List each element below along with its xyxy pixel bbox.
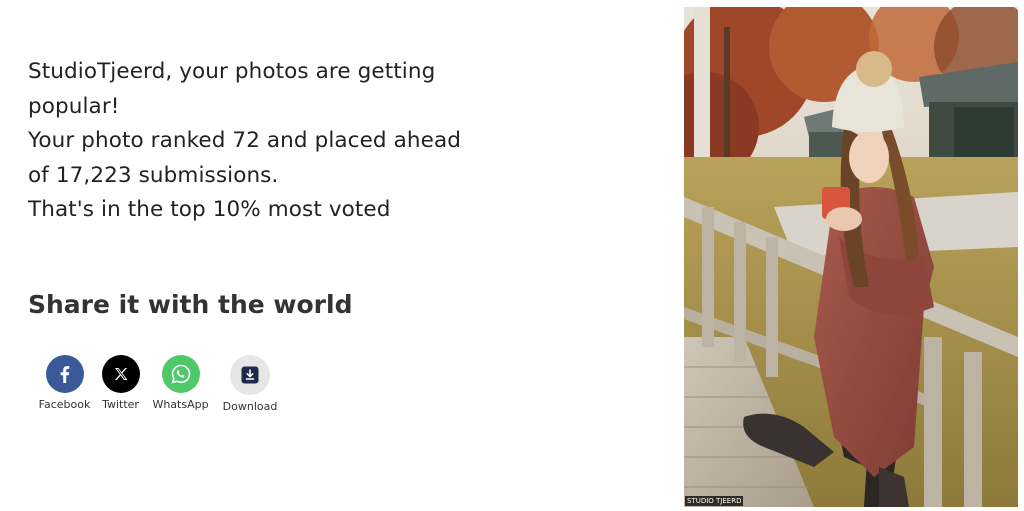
ranking-message: StudioTjeerd, your photos are getting po…	[28, 55, 508, 228]
message-line: StudioTjeerd, your photos are getting	[28, 59, 436, 84]
message-line: That's in the top 10% most voted	[28, 197, 391, 222]
whatsapp-share-button[interactable]: WhatsApp	[148, 355, 213, 411]
photo-watermark: STUDIO TJEERD	[685, 496, 744, 506]
facebook-share-button[interactable]: Facebook	[34, 355, 95, 411]
message-line: Your photo ranked 72 and placed ahead	[28, 128, 461, 153]
twitter-label: Twitter	[102, 398, 139, 411]
download-button[interactable]: Download	[215, 355, 285, 413]
download-icon	[230, 355, 270, 395]
message-line: of 17,223 submissions.	[28, 162, 279, 188]
facebook-label: Facebook	[38, 398, 91, 411]
share-heading: Share it with the world	[28, 290, 353, 319]
page: StudioTjeerd, your photos are getting po…	[0, 0, 1024, 511]
download-label: Download	[222, 400, 278, 413]
share-buttons: Facebook Twitter WhatsApp Download	[34, 355, 285, 413]
whatsapp-label: WhatsApp	[152, 398, 209, 411]
x-icon	[101, 355, 140, 393]
message-line: popular!	[28, 93, 120, 119]
facebook-icon	[45, 355, 84, 393]
twitter-share-button[interactable]: Twitter	[95, 355, 146, 411]
photo-illustration	[684, 7, 1018, 507]
whatsapp-icon	[161, 355, 200, 393]
submitted-photo: STUDIO TJEERD	[684, 7, 1018, 507]
